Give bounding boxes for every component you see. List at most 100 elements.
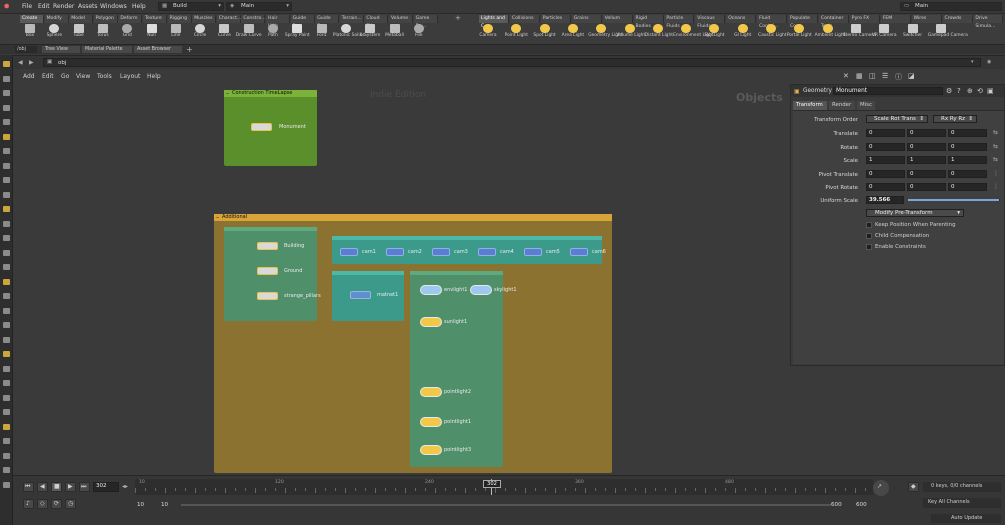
pivot-translate-z-field[interactable]: 0 — [948, 169, 987, 178]
pivot-translate-y-field[interactable]: 0 — [907, 169, 946, 178]
rotate-y-field[interactable]: 0 — [907, 142, 946, 151]
back-icon[interactable]: ◀ — [18, 59, 23, 66]
translate-x-field[interactable]: 0 — [866, 129, 905, 137]
tool-file[interactable]: File — [406, 24, 432, 44]
add-tab-icon[interactable]: + — [186, 45, 193, 54]
transform-order-menu[interactable]: Scale Rot Trans ⇕ — [866, 115, 928, 123]
menu-windows[interactable]: Windows — [100, 3, 127, 10]
tool-curve[interactable]: Curve — [211, 24, 237, 44]
stop-button[interactable]: ■ — [51, 482, 62, 492]
camera-icon[interactable] — [3, 365, 10, 372]
key-channels-button[interactable]: ◆ — [908, 482, 919, 492]
key-all-channels-dropdown[interactable]: Key All Channels — [923, 498, 1001, 508]
knife-icon[interactable] — [3, 249, 10, 256]
tab-tree-view[interactable]: Tree View — [42, 46, 80, 53]
pane-link-selector[interactable]: ◈ Main ▾ — [226, 2, 292, 11]
keyframe-button[interactable]: ◇ — [37, 499, 48, 509]
uniform-scale-field[interactable]: 39.566 — [866, 196, 904, 204]
scale-x-field[interactable]: 1 — [866, 156, 905, 164]
channel-icon[interactable]: ⋮ — [993, 170, 999, 177]
tool-metaball[interactable]: Metaball — [382, 24, 408, 44]
pin-icon[interactable]: ◉ — [987, 59, 991, 65]
pivot-rotate-z-field[interactable]: 0 — [948, 183, 987, 191]
tool-volume-light[interactable]: Volume Light — [617, 24, 645, 44]
rotate-order-menu[interactable]: Rx Ry Rz ⇕ — [933, 115, 977, 123]
shelf-tab-guide-b[interactable]: Guide B... — [315, 15, 340, 29]
uniform-scale-slider[interactable] — [908, 199, 1000, 201]
network-editor[interactable]: Indie Edition Objects Construction TimeL… — [13, 82, 788, 475]
playback-start[interactable]: 10 — [161, 502, 168, 508]
node-cam1[interactable]: cam1 — [340, 248, 384, 256]
network-box-lights[interactable]: envlight1 skylight1 sunlight1 pointlight2 po… — [410, 271, 517, 467]
tool-environment-light[interactable]: Environment Light — [673, 24, 713, 44]
shelf-tab-constra[interactable]: Constra... — [241, 15, 266, 23]
shelf-tab-texture[interactable]: Texture — [143, 15, 167, 23]
tab-asset-browser[interactable]: Asset Browser — [134, 46, 182, 53]
tool-path[interactable]: Path — [260, 24, 286, 44]
wrench-icon[interactable]: ✕ — [843, 72, 849, 80]
network-box-matnet[interactable]: matnet1 — [332, 271, 404, 321]
tool-font[interactable]: Font — [309, 24, 335, 44]
shelf-tab-fluid-contai[interactable]: Fluid Contai... — [757, 15, 788, 29]
ruler-icon[interactable] — [3, 351, 10, 357]
jump-end-button[interactable]: ⏭ — [79, 482, 90, 492]
shelf-tab-modify[interactable]: Modify — [44, 15, 69, 23]
node-pointlight3[interactable]: pointlight3 — [420, 445, 480, 455]
tab-misc[interactable]: Misc — [857, 101, 875, 110]
rotate-x-field[interactable]: 0 — [866, 142, 905, 151]
pose-icon[interactable] — [3, 133, 10, 140]
node-skylight1[interactable]: skylight1 — [470, 285, 530, 295]
paint-icon[interactable] — [3, 177, 10, 183]
node-building[interactable]: Building — [257, 242, 317, 250]
info-icon[interactable]: ⓘ — [895, 72, 902, 82]
tool-tube[interactable]: Tube — [66, 24, 92, 44]
playback-end[interactable]: 600 — [831, 502, 842, 508]
link-icon[interactable]: ⇆ — [993, 156, 998, 163]
menu-tools[interactable]: Tools — [97, 73, 112, 80]
bevel-icon[interactable] — [3, 278, 10, 285]
jump-start-button[interactable]: ⏮ — [23, 482, 34, 492]
shelf-tab-wires[interactable]: Wires — [911, 15, 942, 23]
bridge-icon[interactable] — [3, 293, 10, 299]
chevron-down-icon[interactable]: ▾ — [971, 59, 974, 65]
shelf-tab-pyro-fx[interactable]: Pyro FX — [849, 15, 880, 23]
tool-sky-light[interactable]: Sky Light — [701, 24, 727, 44]
settings-icon[interactable] — [3, 481, 10, 488]
shelf-tab-create[interactable]: Create — [20, 15, 44, 23]
shelf-tab-lights-and-c[interactable]: Lights and C... — [479, 15, 509, 29]
shelf-tab-muscles[interactable]: Muscles — [192, 15, 217, 23]
tool-sphere[interactable]: Sphere — [41, 24, 67, 44]
tab-material-palette[interactable]: Material Palette — [82, 46, 132, 53]
shelf-tab-cloud-fx[interactable]: Cloud FX — [364, 15, 389, 29]
node-pointlight1[interactable]: pointlight1 — [420, 417, 480, 427]
translate-y-field[interactable]: 0 — [907, 129, 946, 137]
node-ground[interactable]: Ground — [257, 267, 317, 275]
start-frame[interactable]: 10 — [137, 502, 144, 508]
menu-layout[interactable]: Layout — [120, 73, 140, 80]
context-dropdown[interactable]: /obj — [15, 46, 37, 53]
channel-icon[interactable]: ⋮ — [993, 183, 999, 190]
shelf-tab-particles[interactable]: Particles — [540, 15, 571, 23]
shelf-tab-game-de[interactable]: Game De... — [413, 15, 438, 29]
forward-icon[interactable]: ▶ — [29, 59, 34, 66]
node-cam2[interactable]: cam2 — [386, 248, 430, 256]
view-icon[interactable] — [3, 148, 10, 154]
merge-icon[interactable] — [3, 307, 10, 314]
node-cam3[interactable]: cam3 — [432, 248, 476, 256]
help-icon[interactable]: ? — [957, 87, 961, 95]
menu-assets[interactable]: Assets — [78, 3, 98, 10]
cut-icon[interactable] — [3, 235, 10, 241]
link-icon[interactable]: ⇆ — [993, 129, 998, 136]
shelf-tab-guide-p[interactable]: Guide P... — [290, 15, 315, 29]
tab-render[interactable]: Render — [829, 101, 855, 110]
snap-icon[interactable] — [3, 162, 10, 169]
shade-icon[interactable] — [3, 423, 10, 430]
pivot-icon[interactable] — [3, 336, 10, 343]
tool-spot-light[interactable]: Spot Light — [532, 24, 558, 44]
auto-update-dropdown[interactable]: Auto Update — [931, 514, 1001, 523]
keep-position-checkbox[interactable] — [866, 222, 872, 228]
light-icon[interactable] — [3, 380, 10, 386]
path-field[interactable]: ▣ obj — [43, 58, 981, 67]
shelf-tab-rigging[interactable]: Rigging — [167, 15, 192, 23]
network-box-cameras[interactable]: cam1 cam2 cam3 cam4 cam5 cam6 — [332, 236, 606, 264]
